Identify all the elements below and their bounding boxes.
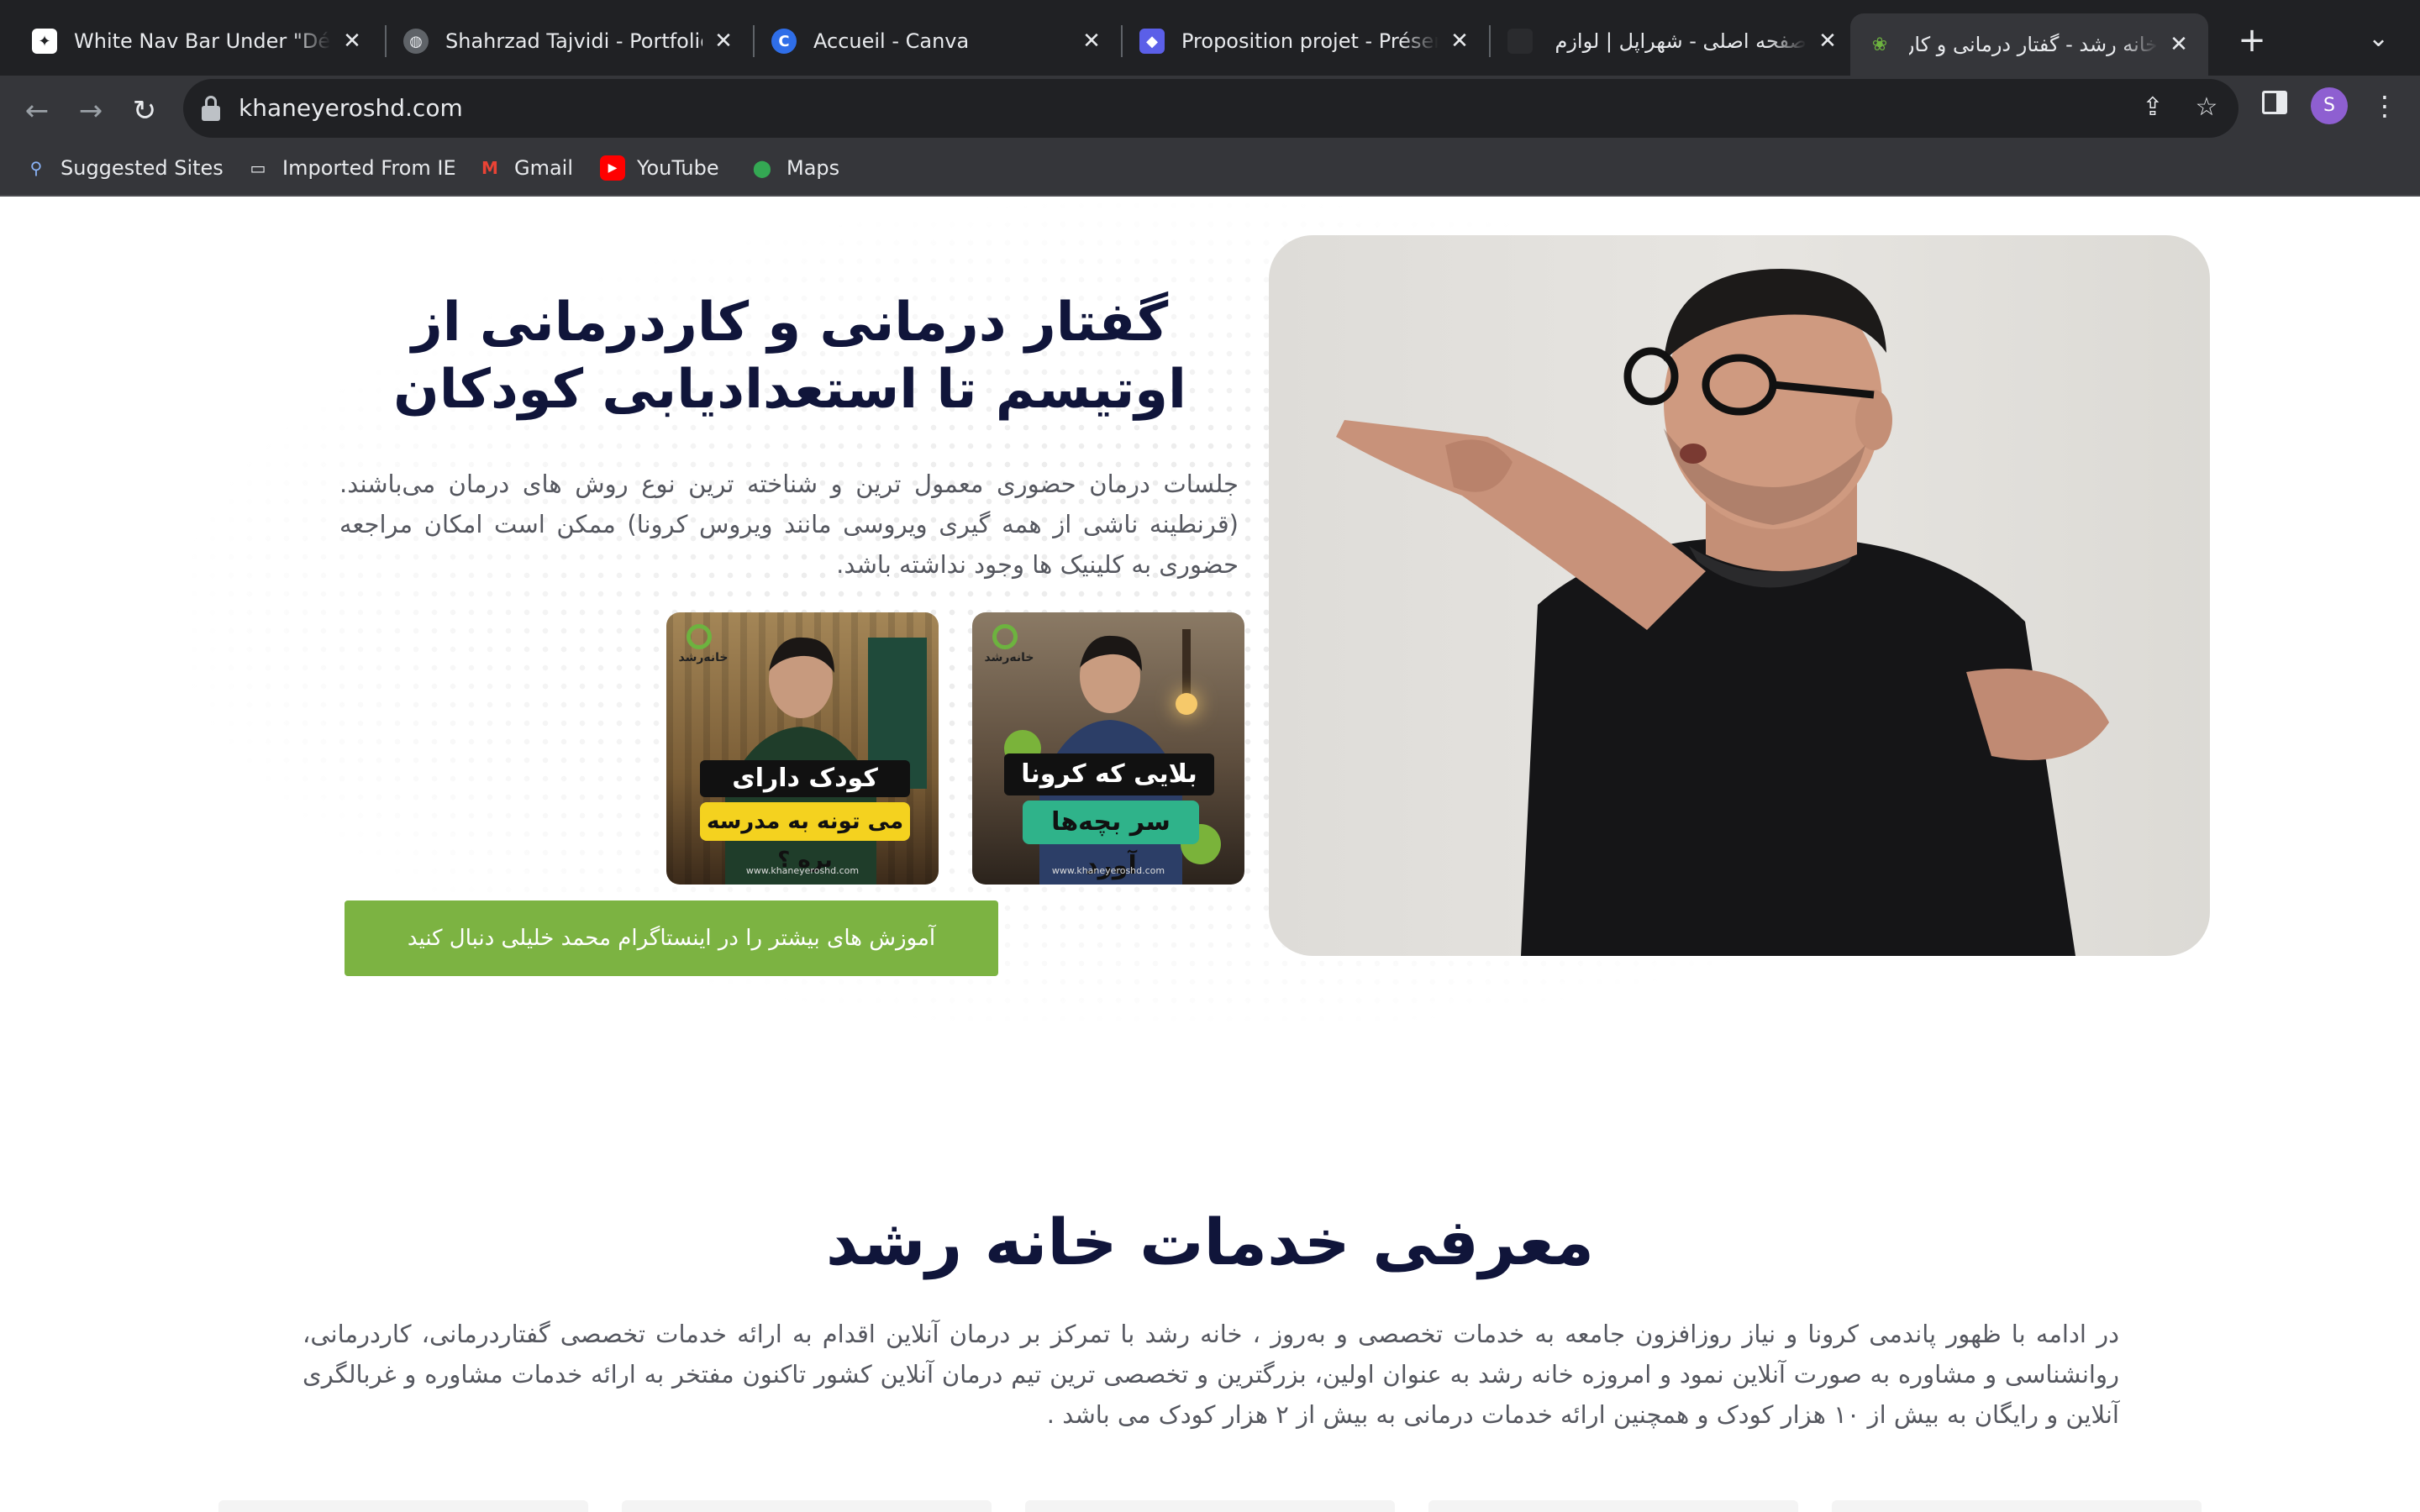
tab-title: Accueil - Canva xyxy=(813,29,970,53)
therapist-illustration xyxy=(1336,269,2109,956)
hero-therapist-photo xyxy=(1269,235,2210,956)
tab-strip: ✦ White Nav Bar Under "Déve ✕ ◍ Shahrzad… xyxy=(0,0,2420,76)
profile-avatar[interactable]: S xyxy=(2311,87,2348,124)
new-tab-button[interactable]: + xyxy=(2233,24,2270,60)
lock-icon[interactable] xyxy=(202,96,220,121)
tab-title: White Nav Bar Under "Déve xyxy=(74,29,331,53)
browser-toolbar: ← → ↻ khaneyeroshd.com ⇪ ☆ S ⋮ xyxy=(0,76,2420,212)
tab-khaneyeroshd[interactable]: ❀ خانه رشد - گفتار درمانی و کاردرمانی ✕ xyxy=(1850,13,2208,76)
tab-shahrapel[interactable]: صفحه اصلی - شهراپل | لوازم جانبی ✕ xyxy=(1491,13,1857,69)
close-icon[interactable]: ✕ xyxy=(339,29,365,54)
bookmark-suggested-sites[interactable]: ⚲ Suggested Sites xyxy=(24,153,224,183)
service-card[interactable] xyxy=(1428,1500,1798,1512)
side-panel-icon[interactable] xyxy=(2262,91,2287,114)
close-icon[interactable]: ✕ xyxy=(1079,29,1104,54)
address-bar[interactable]: khaneyeroshd.com ⇪ ☆ xyxy=(183,79,2238,138)
bookmark-maps[interactable]: ⬤ Maps xyxy=(750,153,839,183)
thumbnail-badge: می تونه به مدرسه بره ؟ xyxy=(700,802,910,873)
web-page: گفتار درمانی و کاردرمانی از اوتیسم تا اس… xyxy=(0,197,2420,1512)
thumbnail-badge: سر بچه‌ها آورد xyxy=(1023,801,1199,880)
khaneye-roshd-icon: ❀ xyxy=(1871,34,1888,55)
youtube-icon: ▶ xyxy=(600,155,625,181)
forward-button[interactable]: → xyxy=(72,92,109,129)
thumbnail-headline: بلایی که کرونا xyxy=(1004,753,1214,795)
bookmark-imported-from-ie[interactable]: ▭ Imported From IE xyxy=(245,153,456,183)
search-icon: ⚲ xyxy=(29,158,43,178)
hero-heading: گفتار درمانی و کاردرمانی از اوتیسم تا اس… xyxy=(393,291,1186,421)
url-text[interactable]: khaneyeroshd.com xyxy=(239,79,463,138)
back-button[interactable]: ← xyxy=(18,92,55,129)
globe-icon: ◍ xyxy=(403,29,429,54)
instagram-thumbnail-corona[interactable]: خانه‌رشد بلایی که کرونا سر بچه‌ها آورد w… xyxy=(972,612,1244,885)
thumbnail-headline: کودک دارای اتیسم xyxy=(700,760,910,830)
bookmark-label: Gmail xyxy=(514,156,574,180)
bookmark-label: Suggested Sites xyxy=(60,156,224,180)
chat-bubble-icon: ◆ xyxy=(1139,29,1165,54)
service-card[interactable] xyxy=(1025,1500,1395,1512)
tab-search-chevron-icon[interactable]: ⌄ xyxy=(2368,24,2389,53)
close-icon[interactable]: ✕ xyxy=(2166,32,2191,57)
menu-kebab-icon[interactable]: ⋮ xyxy=(2371,87,2398,124)
reload-button[interactable]: ↻ xyxy=(126,92,163,129)
instagram-cta-button[interactable]: آموزش های بیشتر را در اینستاگرام محمد خل… xyxy=(345,900,998,976)
bookmark-label: Maps xyxy=(786,156,840,180)
tab-portfolio[interactable]: ◍ Shahrzad Tajvidi - Portfolio ✕ xyxy=(387,13,753,69)
bookmark-gmail[interactable]: M Gmail xyxy=(477,153,573,183)
services-heading: معرفی خدمات خانه رشد xyxy=(825,1205,1595,1279)
tab-title: خانه رشد - گفتار درمانی و کاردرمانی xyxy=(1909,33,2158,56)
bookmark-label: Imported From IE xyxy=(282,156,456,180)
maps-pin-icon: ⬤ xyxy=(752,158,772,178)
bookmark-star-icon[interactable]: ☆ xyxy=(2190,91,2223,124)
close-icon[interactable]: ✕ xyxy=(1447,29,1472,54)
close-icon[interactable]: ✕ xyxy=(711,29,736,54)
chatgpt-icon: ✦ xyxy=(32,29,57,54)
services-description: در ادامه با ظهور پاندمی کرونا و نیاز روز… xyxy=(302,1320,2119,1429)
bookmark-youtube[interactable]: ▶ YouTube xyxy=(600,153,719,183)
app-icon xyxy=(1507,29,1533,54)
tab-title: صفحه اصلی - شهراپل | لوازم جانبی xyxy=(1549,29,1807,53)
thumbnail-website: www.khaneyeroshd.com xyxy=(745,865,860,876)
bookmark-label: YouTube xyxy=(637,156,719,180)
tab-chatgpt[interactable]: ✦ White Nav Bar Under "Déve ✕ xyxy=(15,13,381,69)
tab-proposition[interactable]: ◆ Proposition projet - Présent ✕ xyxy=(1123,13,1489,69)
tab-title: Shahrzad Tajvidi - Portfolio xyxy=(445,29,702,53)
canva-icon: C xyxy=(771,29,797,54)
service-card[interactable] xyxy=(622,1500,992,1512)
tab-title: Proposition projet - Présent xyxy=(1181,29,1439,53)
tab-canva[interactable]: C Accueil - Canva ✕ xyxy=(755,13,1121,69)
close-icon[interactable]: ✕ xyxy=(1815,29,1840,54)
hero-description: جلسات درمان حضوری معمول ترین و شناخته تر… xyxy=(339,470,1239,579)
folder-icon: ▭ xyxy=(250,158,266,178)
share-icon[interactable]: ⇪ xyxy=(2136,91,2170,124)
thumbnail-website: www.khaneyeroshd.com xyxy=(1051,865,1165,876)
service-card[interactable] xyxy=(218,1500,588,1512)
gmail-icon: M xyxy=(481,158,498,178)
service-card[interactable] xyxy=(1832,1500,2202,1512)
instagram-thumbnail-autism[interactable]: خانه‌رشد کودک دارای اتیسم می تونه به مدر… xyxy=(666,612,939,885)
